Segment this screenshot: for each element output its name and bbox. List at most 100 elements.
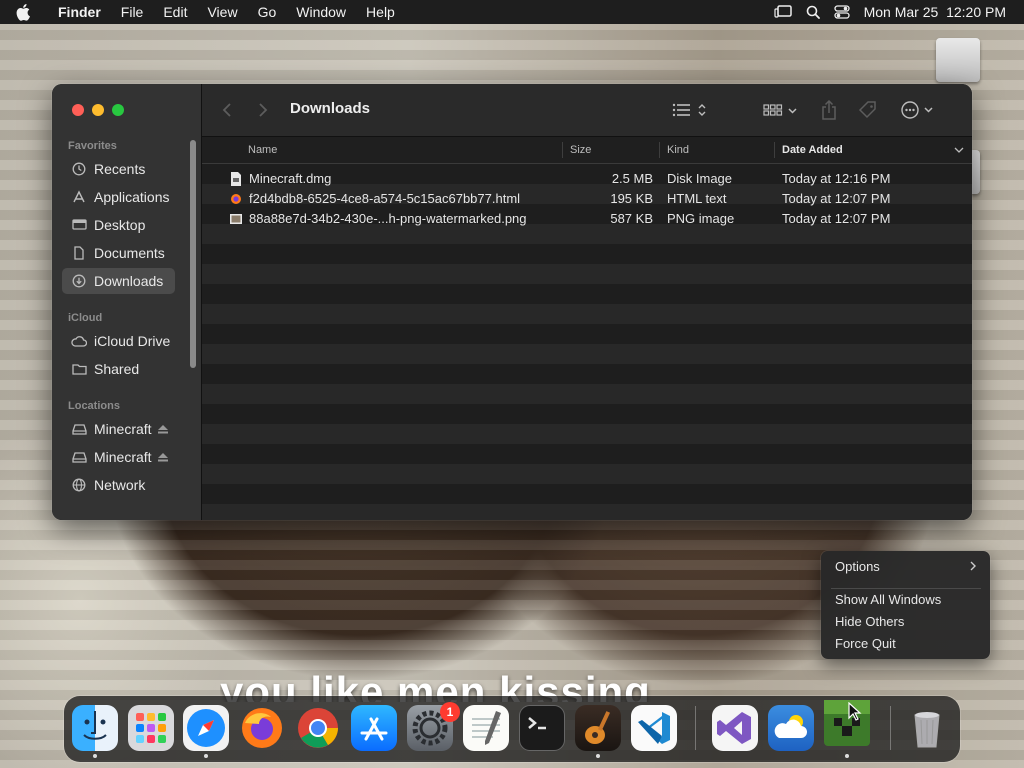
close-window-button[interactable] (72, 104, 84, 116)
weather-icon[interactable] (768, 705, 814, 751)
eject-icon[interactable] (157, 449, 168, 465)
sidebar-section-locations: Locations (68, 400, 120, 412)
sidebar-item-minecraft-disk[interactable]: Minecraft (62, 444, 175, 470)
zoom-window-button[interactable] (112, 104, 124, 116)
list-view-button[interactable] (672, 96, 710, 124)
column-header-date-added[interactable]: Date Added (782, 137, 843, 163)
mouse-cursor-icon (848, 702, 862, 721)
safari-icon[interactable] (183, 705, 229, 751)
sidebar-item-documents[interactable]: Documents (62, 240, 175, 266)
menu-item-force-quit[interactable]: Force Quit (835, 634, 985, 654)
sidebar-item-label: Documents (94, 245, 165, 261)
list-row-stripe (202, 424, 972, 444)
file-row[interactable]: f2d4bdb8-6525-4ce8-a574-5c15ac67bb77.htm… (202, 189, 972, 209)
textedit-icon[interactable] (463, 705, 509, 751)
back-button[interactable] (222, 96, 232, 124)
column-header-kind[interactable]: Kind (667, 137, 689, 163)
apple-menu-icon[interactable] (16, 0, 38, 24)
cloud-icon (70, 333, 88, 349)
vscode-icon[interactable] (631, 705, 677, 751)
trash-icon[interactable] (904, 705, 950, 751)
chevron-left-icon (222, 103, 231, 117)
notification-badge: 1 (440, 702, 460, 722)
globe-icon (70, 477, 88, 493)
file-date-added: Today at 12:07 PM (782, 191, 891, 206)
menu-item-hide-others[interactable]: Hide Others (835, 612, 985, 632)
applications-icon (70, 189, 88, 205)
menu-item-options[interactable]: Options (835, 557, 985, 577)
file-list: Minecraft.dmg 2.5 MB Disk Image Today at… (202, 164, 972, 520)
sidebar-item-label: Minecraft (94, 449, 152, 465)
file-row[interactable]: Minecraft.dmg 2.5 MB Disk Image Today at… (202, 169, 972, 189)
minimize-window-button[interactable] (92, 104, 104, 116)
terminal-icon[interactable] (519, 705, 565, 751)
tags-button[interactable] (858, 96, 878, 124)
dock-separator (890, 706, 891, 750)
column-header-size[interactable]: Size (570, 137, 591, 163)
sidebar-item-icloud-drive[interactable]: iCloud Drive (62, 328, 175, 354)
finder-sidebar: Favorites Recents Applications Desktop D… (52, 84, 202, 520)
chevron-right-icon (259, 103, 268, 117)
sidebar-item-desktop[interactable]: Desktop (62, 212, 175, 238)
dock-context-menu: Options Show All Windows Hide Others For… (821, 551, 990, 659)
menu-help[interactable]: Help (356, 0, 405, 24)
sidebar-item-network[interactable]: Network (62, 472, 175, 498)
control-center-icon[interactable] (833, 5, 850, 19)
running-indicator (93, 754, 97, 758)
sidebar-section-favorites: Favorites (68, 140, 117, 152)
app-store-icon[interactable] (351, 705, 397, 751)
file-size: 2.5 MB (611, 171, 653, 186)
sidebar-item-recents[interactable]: Recents (62, 156, 175, 182)
visual-studio-icon[interactable] (712, 705, 758, 751)
sidebar-item-label: Downloads (94, 273, 164, 289)
disk-icon (70, 421, 88, 437)
menu-edit[interactable]: Edit (153, 0, 197, 24)
menu-window[interactable]: Window (286, 0, 356, 24)
sort-chevron-down-icon[interactable] (954, 138, 964, 164)
menu-app-name[interactable]: Finder (48, 0, 111, 24)
ellipsis-circle-icon (901, 101, 933, 119)
tag-icon (858, 101, 876, 119)
forward-button[interactable] (258, 96, 268, 124)
launchpad-icon[interactable] (128, 705, 174, 751)
menu-clock[interactable]: Mon Mar 25 12:20 PM (864, 4, 1006, 20)
sidebar-item-downloads[interactable]: Downloads (62, 268, 175, 294)
list-row-stripe (202, 364, 972, 384)
sidebar-item-minecraft-disk[interactable]: Minecraft (62, 416, 175, 442)
finder-icon[interactable] (72, 705, 118, 751)
menu-item-show-all-windows[interactable]: Show All Windows (835, 590, 985, 610)
firefox-icon[interactable] (239, 705, 285, 751)
menu-view[interactable]: View (197, 0, 247, 24)
menu-go[interactable]: Go (248, 0, 287, 24)
column-divider[interactable] (659, 142, 660, 158)
menu-file[interactable]: File (111, 0, 154, 24)
chrome-icon[interactable] (295, 705, 341, 751)
file-name: f2d4bdb8-6525-4ce8-a574-5c15ac67bb77.htm… (249, 191, 521, 206)
column-divider[interactable] (562, 142, 563, 158)
column-header-name[interactable]: Name (248, 137, 277, 163)
action-menu-button[interactable] (900, 96, 936, 124)
png-file-icon (230, 214, 242, 224)
spotlight-search-icon[interactable] (806, 5, 820, 19)
sidebar-item-shared[interactable]: Shared (62, 356, 175, 382)
share-button[interactable] (821, 96, 837, 124)
list-row-stripe (202, 504, 972, 520)
eject-icon[interactable] (157, 421, 168, 437)
shared-folder-icon (70, 361, 88, 377)
group-by-button[interactable] (763, 96, 799, 124)
menu-divider (831, 588, 981, 589)
running-indicator (204, 754, 208, 758)
garageband-icon[interactable] (575, 705, 621, 751)
chevron-right-icon (970, 559, 976, 574)
dmg-file-icon (231, 172, 241, 186)
sidebar-item-label: Shared (94, 361, 140, 377)
list-row-stripe (202, 304, 972, 324)
file-row[interactable]: 88a88e7d-34b2-430e-...h-png-watermarked.… (202, 209, 972, 229)
minecraft-icon[interactable] (824, 700, 870, 746)
column-divider[interactable] (774, 142, 775, 158)
stage-manager-icon[interactable] (773, 5, 792, 19)
sidebar-item-applications[interactable]: Applications (62, 184, 175, 210)
file-kind: PNG image (667, 211, 735, 226)
sidebar-scrollbar[interactable] (190, 140, 196, 368)
file-size: 587 KB (610, 211, 653, 226)
